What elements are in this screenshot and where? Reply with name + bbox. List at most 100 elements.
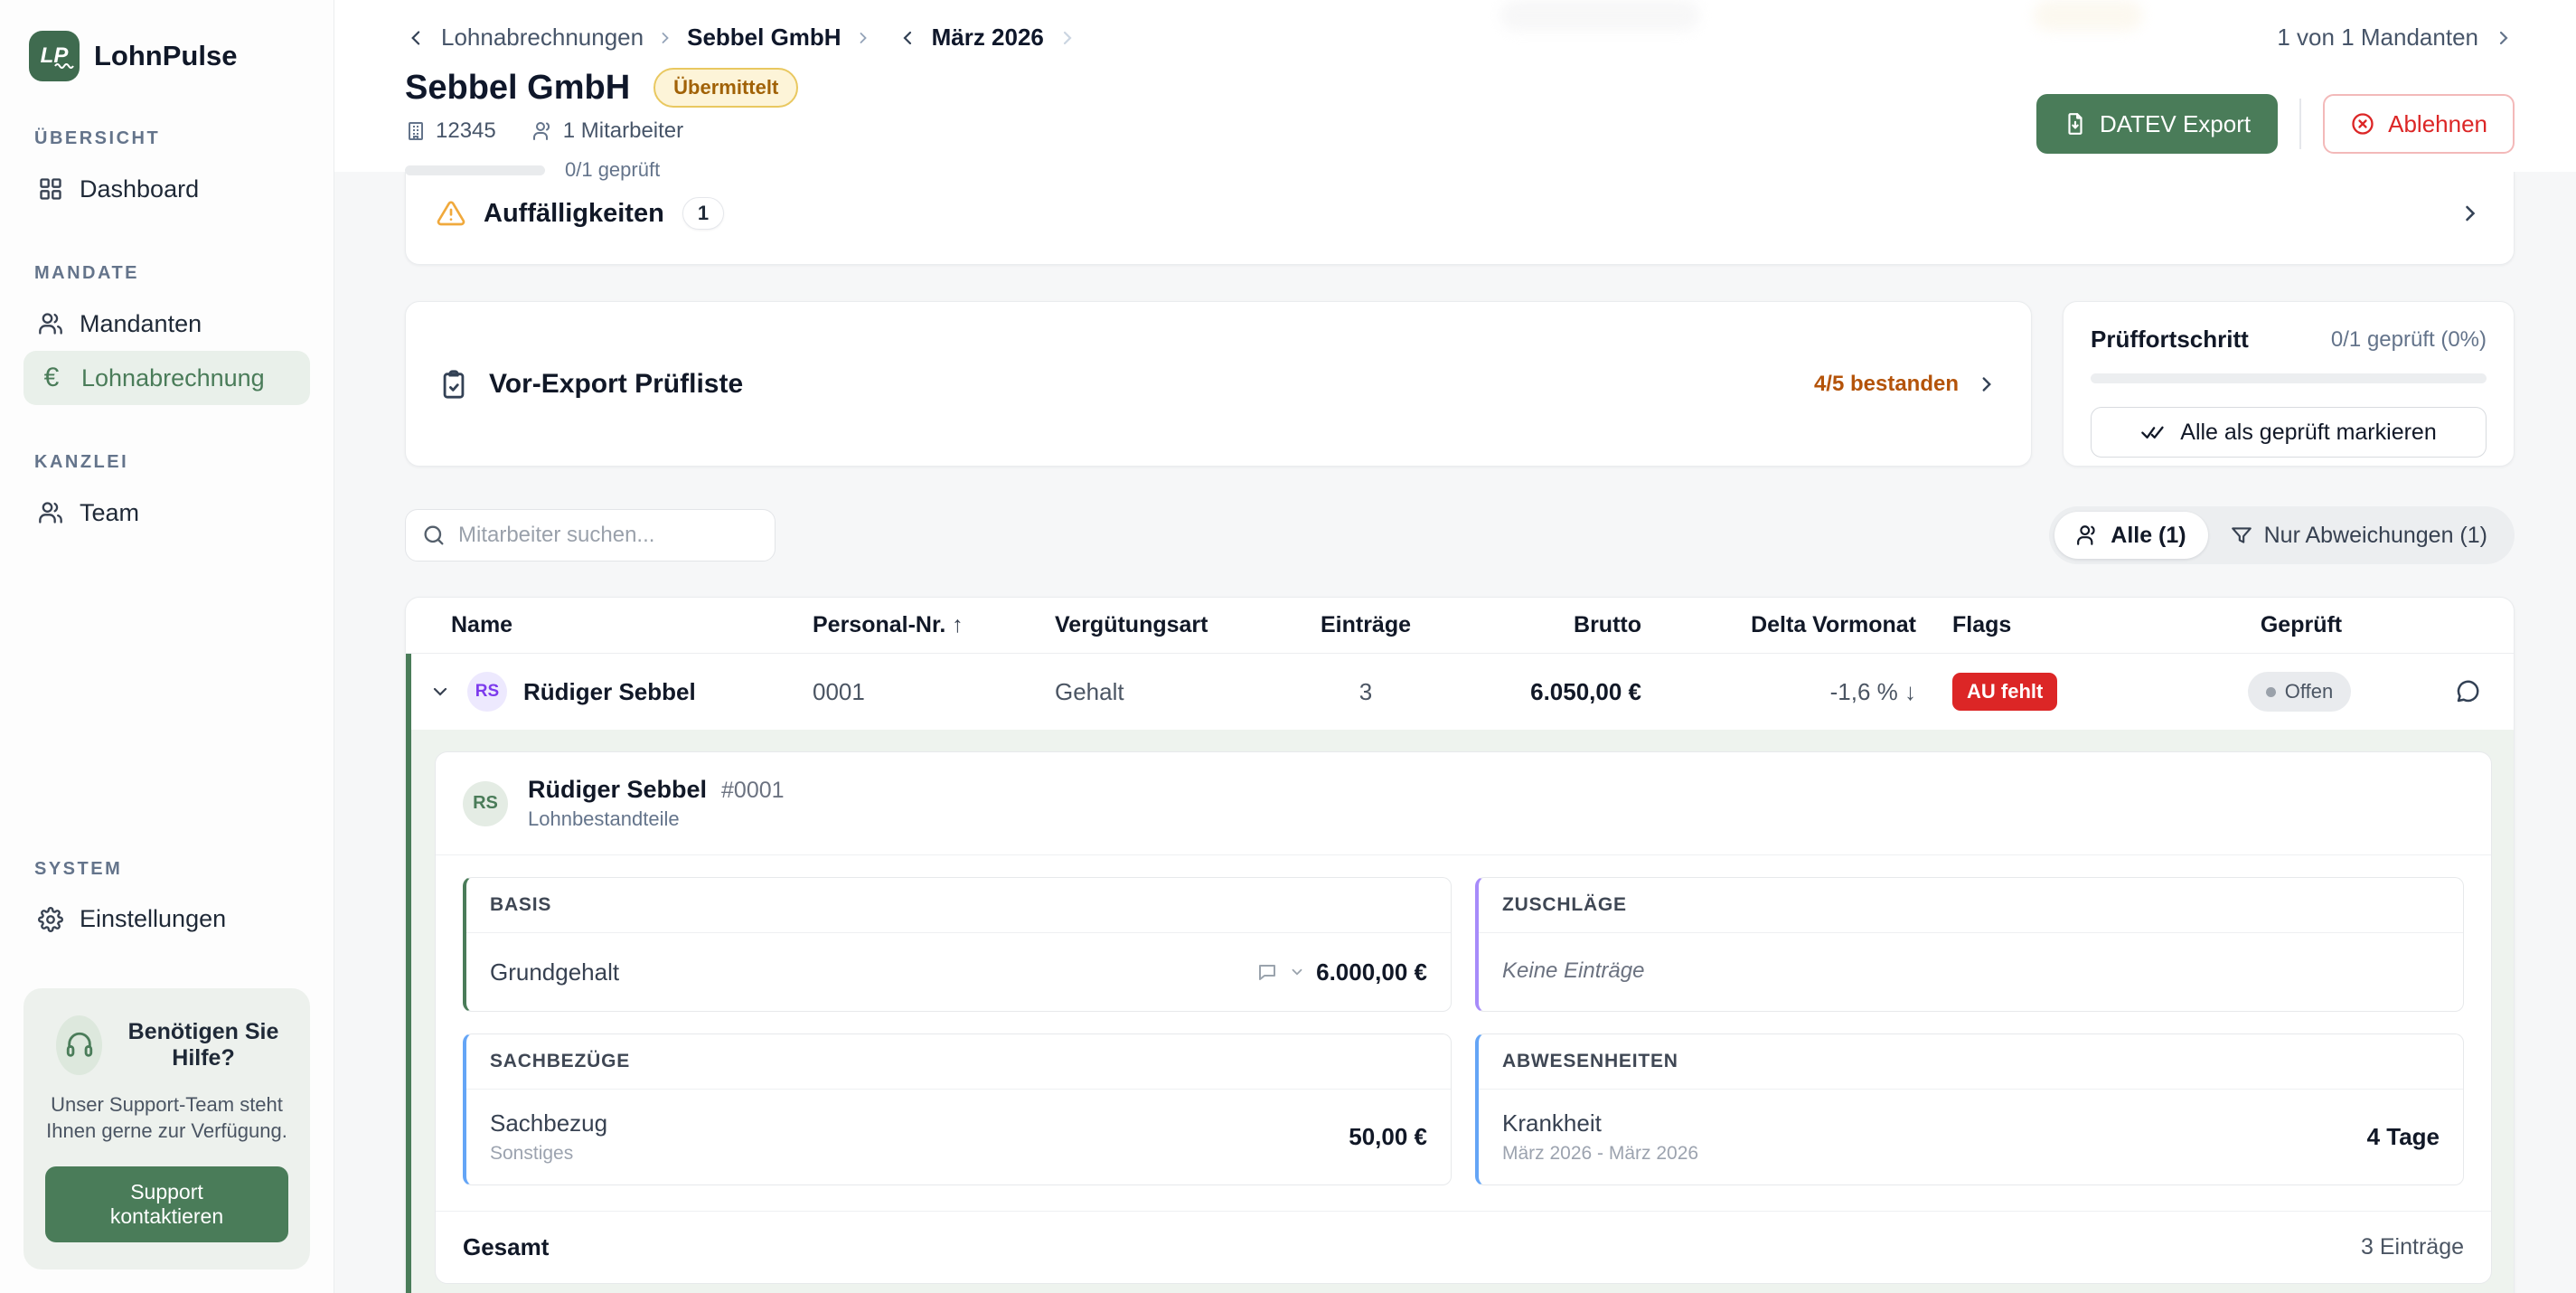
chevron-right-icon bbox=[854, 29, 872, 47]
section-zuschlaege: ZUSCHLÄGE Keine Einträge bbox=[1475, 877, 2464, 1012]
checklist-title: Vor-Export Prüfliste bbox=[489, 369, 743, 400]
cell-personal-nr: 0001 bbox=[809, 678, 1051, 706]
sidebar-item-label: Einstellungen bbox=[80, 905, 226, 933]
sidebar-item-mandanten[interactable]: Mandanten bbox=[24, 297, 310, 351]
funnel-icon bbox=[2230, 524, 2253, 547]
progress-label: 0/1 geprüft bbox=[565, 158, 660, 182]
reject-button[interactable]: Ablehnen bbox=[2323, 94, 2515, 154]
status-badge: Übermittelt bbox=[653, 68, 798, 108]
progress-track bbox=[405, 165, 545, 175]
column-header-geprueft[interactable]: Geprüft bbox=[2177, 612, 2421, 638]
detail-employee-number: #0001 bbox=[721, 778, 785, 804]
wage-row-sachbezug: Sachbezug Sonstiges 50,00 € bbox=[466, 1090, 1451, 1184]
mandant-pager[interactable]: 1 von 1 Mandanten bbox=[2277, 24, 2515, 52]
detail-employee-name: Rüdiger Sebbel bbox=[528, 776, 707, 804]
mandant-pager-label: 1 von 1 Mandanten bbox=[2277, 24, 2478, 52]
filter-segmented-control: Alle (1) Nur Abweichungen (1) bbox=[2049, 506, 2515, 564]
wage-label: Grundgehalt bbox=[490, 958, 619, 986]
sidebar-item-team[interactable]: Team bbox=[24, 486, 310, 540]
detail-header: RS Rüdiger Sebbel #0001 Lohnbestandteile bbox=[436, 752, 2491, 855]
clipboard-check-icon bbox=[438, 369, 469, 400]
auffaelligkeiten-count-badge: 1 bbox=[682, 197, 724, 230]
sidebar-item-einstellungen[interactable]: Einstellungen bbox=[24, 892, 310, 947]
breadcrumb-client[interactable]: Sebbel GmbH bbox=[687, 24, 841, 52]
chevron-down-icon[interactable] bbox=[429, 681, 451, 703]
absence-date-range: März 2026 - März 2026 bbox=[1502, 1143, 1698, 1165]
sidebar-item-dashboard[interactable]: Dashboard bbox=[24, 162, 310, 216]
employee-row[interactable]: RS Rüdiger Sebbel 0001 Gehalt 3 6.050,00… bbox=[406, 654, 2514, 730]
page-header: Lohnabrechnungen Sebbel GmbH März 2026 1… bbox=[334, 0, 2576, 172]
sidebar: LP LohnPulse ÜBERSICHT Dashboard MANDATE… bbox=[0, 0, 334, 1293]
filter-all-label: Alle (1) bbox=[2111, 523, 2186, 549]
section-basis: BASIS Grundgehalt 6.000,00 € bbox=[463, 877, 1452, 1012]
sidebar-item-label: Lohnabrechnung bbox=[81, 364, 265, 392]
section-title: SACHBEZÜGE bbox=[466, 1034, 1451, 1090]
column-header-eintraege[interactable]: Einträge bbox=[1310, 612, 1418, 638]
back-chevron-icon[interactable] bbox=[405, 26, 428, 50]
mark-all-checked-label: Alle als geprüft markieren bbox=[2180, 420, 2436, 446]
checklist-status: 4/5 bestanden bbox=[1814, 372, 1959, 397]
status-pill-label: Offen bbox=[2285, 680, 2333, 703]
filter-all-button[interactable]: Alle (1) bbox=[2054, 512, 2207, 559]
datev-export-button[interactable]: DATEV Export bbox=[2036, 94, 2278, 154]
breadcrumb: Lohnabrechnungen Sebbel GmbH März 2026 1… bbox=[405, 0, 2515, 52]
previous-month-chevron-icon[interactable] bbox=[898, 27, 919, 49]
next-month-chevron-icon[interactable] bbox=[1057, 27, 1078, 49]
cell-pay-type: Gehalt bbox=[1051, 678, 1310, 706]
total-label: Gesamt bbox=[463, 1233, 549, 1261]
progress-card-title: Prüffortschritt bbox=[2091, 326, 2249, 354]
detail-subtitle: Lohnbestandteile bbox=[528, 807, 785, 831]
wage-label: Sachbezug bbox=[490, 1109, 607, 1137]
progress-card-track bbox=[2091, 373, 2487, 383]
euro-icon: € bbox=[38, 364, 65, 392]
support-contact-button[interactable]: Support kontaktieren bbox=[45, 1166, 288, 1242]
search-input[interactable] bbox=[405, 509, 776, 562]
brand-name: LohnPulse bbox=[94, 40, 237, 72]
header-blur-artifact bbox=[2034, 0, 2142, 31]
section-title: BASIS bbox=[466, 878, 1451, 933]
column-header-name[interactable]: Name bbox=[429, 612, 809, 638]
company-number-value: 12345 bbox=[436, 118, 496, 144]
comment-bubble-icon[interactable] bbox=[2454, 678, 2481, 705]
sidebar-item-lohnabrechnung[interactable]: € Lohnabrechnung bbox=[24, 351, 310, 405]
filter-deviations-button[interactable]: Nur Abweichungen (1) bbox=[2208, 512, 2509, 559]
column-header-flags[interactable]: Flags bbox=[1916, 612, 2177, 638]
chevron-right-icon bbox=[2493, 27, 2515, 49]
main-area: Lohnabrechnungen Sebbel GmbH März 2026 1… bbox=[334, 0, 2576, 1293]
chevron-down-icon[interactable] bbox=[1289, 964, 1305, 980]
column-header-verguetungsart[interactable]: Vergütungsart bbox=[1051, 612, 1310, 638]
pre-export-checklist-card[interactable]: Vor-Export Prüfliste 4/5 bestanden bbox=[405, 301, 2032, 467]
period-label: März 2026 bbox=[932, 24, 1044, 52]
help-title: Benötigen Sie Hilfe? bbox=[118, 1019, 288, 1071]
mark-all-checked-button[interactable]: Alle als geprüft markieren bbox=[2091, 407, 2487, 458]
employee-count-value: 1 Mitarbeiter bbox=[563, 118, 683, 144]
avatar: RS bbox=[463, 781, 508, 826]
users-icon bbox=[38, 500, 63, 525]
column-header-personal-nr[interactable]: Personal-Nr. ↑ bbox=[809, 612, 1051, 638]
users-icon bbox=[2076, 524, 2100, 547]
cell-gross: 6.050,00 € bbox=[1418, 678, 1641, 706]
comment-bubble-icon[interactable] bbox=[1256, 961, 1278, 983]
help-card: Benötigen Sie Hilfe? Unser Support-Team … bbox=[24, 988, 310, 1269]
filter-deviations-label: Nur Abweichungen (1) bbox=[2264, 523, 2487, 549]
sidebar-section-uebersicht: ÜBERSICHT bbox=[34, 128, 310, 149]
headset-icon bbox=[56, 1015, 102, 1075]
status-dot bbox=[2266, 687, 2276, 697]
column-header-delta[interactable]: Delta Vormonat bbox=[1641, 612, 1916, 638]
gear-icon bbox=[38, 907, 63, 932]
status-pill-offen[interactable]: Offen bbox=[2248, 672, 2351, 712]
search-box bbox=[405, 509, 776, 562]
page-title: Sebbel GmbH bbox=[405, 69, 630, 108]
chevron-right-icon bbox=[2458, 201, 2483, 226]
lohnpulse-logo-icon: LP bbox=[29, 31, 80, 81]
sidebar-item-label: Dashboard bbox=[80, 175, 199, 203]
header-blur-artifact bbox=[1500, 0, 1699, 31]
header-progress: 0/1 geprüft bbox=[405, 158, 2515, 182]
breadcrumb-root[interactable]: Lohnabrechnungen bbox=[441, 24, 644, 52]
auffaelligkeiten-card[interactable]: Auffälligkeiten 1 bbox=[405, 172, 2515, 265]
sidebar-section-kanzlei: KANZLEI bbox=[34, 452, 310, 473]
auffaelligkeiten-title: Auffälligkeiten bbox=[484, 199, 664, 229]
column-header-brutto[interactable]: Brutto bbox=[1418, 612, 1641, 638]
reject-label: Ablehnen bbox=[2388, 110, 2487, 138]
employee-detail-panel: RS Rüdiger Sebbel #0001 Lohnbestandteile bbox=[406, 730, 2514, 1293]
